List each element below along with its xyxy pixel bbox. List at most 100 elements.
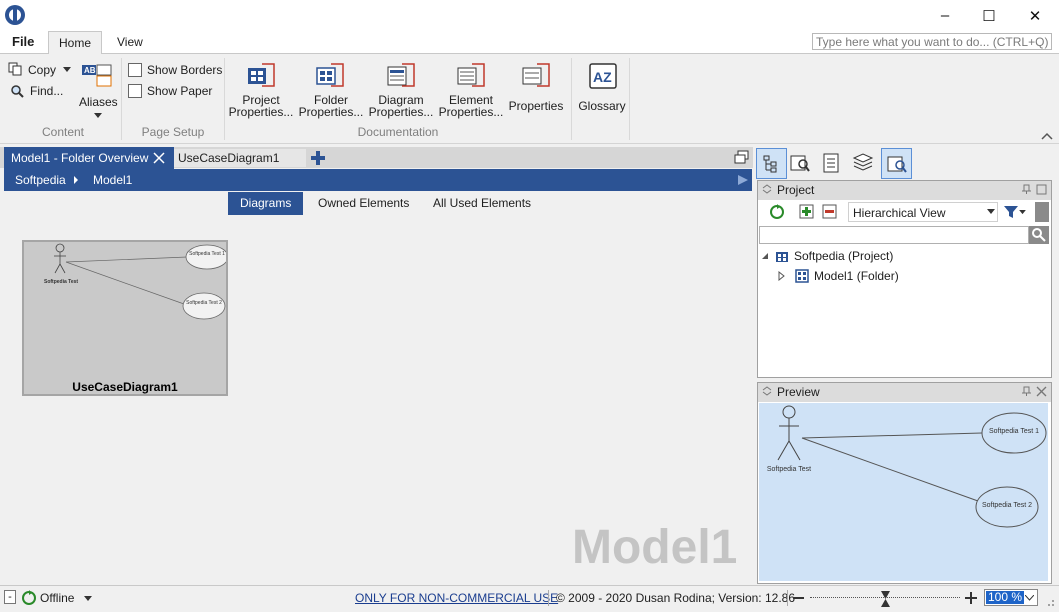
- properties-button[interactable]: Properties: [506, 100, 566, 112]
- folder-properties-icon: [316, 63, 344, 87]
- project-properties-icon: [248, 63, 275, 87]
- panel-grip-icon[interactable]: [762, 386, 772, 396]
- refresh-icon[interactable]: [769, 204, 785, 220]
- license-link[interactable]: ONLY FOR NON-COMMERCIAL USE: [355, 590, 558, 606]
- title-bar: [0, 0, 1059, 31]
- search-input[interactable]: Type here what you want to do... (CTRL+Q…: [812, 33, 1052, 50]
- window-list-icon[interactable]: [734, 150, 750, 166]
- aliases-icon: AB: [82, 64, 112, 87]
- project-search-button[interactable]: [1029, 226, 1049, 244]
- tab-file[interactable]: File: [2, 31, 44, 53]
- thumbnail-diagram: [54, 243, 226, 320]
- properties-icon: [522, 63, 550, 87]
- chevron-down-icon: [1025, 595, 1034, 601]
- project-search-input[interactable]: [759, 226, 1029, 244]
- remove-element-icon[interactable]: [822, 204, 837, 219]
- element-search-icon[interactable]: [789, 152, 811, 174]
- project-properties-line2: Properties...: [228, 105, 294, 119]
- breadcrumb-arrow-icon[interactable]: [737, 175, 749, 185]
- thumbnail-usecase1-label: Softpedia Test 1: [189, 251, 225, 257]
- app-logo-icon[interactable]: [4, 4, 26, 26]
- resize-grip-icon[interactable]: [1045, 597, 1055, 607]
- find-in-diagram-icon: [887, 156, 907, 173]
- group-label-content: Content: [41, 125, 85, 139]
- layers-icon[interactable]: [852, 152, 874, 174]
- glossary-button[interactable]: Glossary: [572, 100, 632, 112]
- breadcrumb-current[interactable]: Model1: [93, 169, 132, 191]
- tree-item-project[interactable]: Softpedia (Project): [794, 249, 893, 263]
- copy-button[interactable]: Copy: [28, 63, 56, 77]
- tab-owned-elements[interactable]: Owned Elements: [306, 192, 421, 215]
- add-element-icon[interactable]: [799, 204, 814, 219]
- zoom-out-button[interactable]: [793, 597, 804, 599]
- thumbnail-title: UseCaseDiagram1: [72, 380, 178, 394]
- minimize-button[interactable]: –: [922, 0, 968, 31]
- project-icon: [776, 252, 788, 262]
- pin-icon[interactable]: [1021, 386, 1032, 397]
- zoom-in-button[interactable]: [964, 591, 978, 605]
- collapse-status-button[interactable]: -: [4, 590, 16, 604]
- chevron-down-icon[interactable]: [1019, 210, 1026, 215]
- svg-text:AZ: AZ: [593, 69, 612, 85]
- maximize-panel-icon[interactable]: [1036, 184, 1047, 195]
- pin-icon[interactable]: [1021, 184, 1032, 195]
- divider: [629, 58, 630, 140]
- glossary-icon: AZ: [589, 63, 617, 89]
- offline-icon: [22, 590, 36, 605]
- zoom-value: 100 %: [986, 590, 1025, 604]
- project-properties-button[interactable]: Project Properties...: [226, 94, 296, 118]
- diagram-properties-line2: Properties...: [368, 105, 434, 119]
- close-button[interactable]: ✕: [1012, 0, 1058, 31]
- close-panel-icon[interactable]: [1036, 386, 1047, 397]
- tree-collapsed-icon[interactable]: [778, 271, 786, 281]
- find-in-diagram-button[interactable]: [881, 148, 912, 179]
- panel-grip-icon[interactable]: [762, 184, 772, 194]
- show-paper-checkbox[interactable]: [128, 84, 142, 98]
- zoom-slider-handle[interactable]: [880, 590, 891, 608]
- tree-view-icon: [763, 155, 777, 173]
- toolbar-overflow-button[interactable]: [1035, 202, 1049, 222]
- thumbnail-usecase2-label: Softpedia Test 2: [186, 300, 222, 306]
- filter-icon[interactable]: [1003, 204, 1019, 220]
- close-tab-icon[interactable]: [152, 151, 166, 165]
- chevron-down-icon: [987, 209, 995, 214]
- preview-usecase2-label: Softpedia Test 2: [981, 502, 1033, 509]
- tab-diagrams[interactable]: Diagrams: [228, 192, 304, 215]
- tab-use-case-diagram[interactable]: UseCaseDiagram1: [174, 149, 306, 167]
- aliases-button[interactable]: Aliases: [79, 95, 118, 109]
- collapse-ribbon-icon[interactable]: [1041, 132, 1053, 140]
- tab-view[interactable]: View: [107, 31, 153, 53]
- folder-properties-line2: Properties...: [298, 105, 364, 119]
- tree-item-folder[interactable]: Model1 (Folder): [814, 269, 899, 283]
- maximize-button[interactable]: ☐: [966, 0, 1012, 31]
- breadcrumb-root[interactable]: Softpedia: [15, 169, 66, 191]
- tab-home[interactable]: Home: [48, 31, 103, 54]
- copyright-text: © 2009 - 2020 Dusan Rodina; Version: 12.…: [556, 591, 796, 605]
- documentation-icon[interactable]: [821, 152, 843, 174]
- chevron-down-icon[interactable]: [93, 112, 103, 120]
- tab-all-used-elements[interactable]: All Used Elements: [421, 192, 543, 215]
- add-tab-icon[interactable]: [310, 150, 326, 166]
- tree-expanded-icon[interactable]: [761, 252, 769, 260]
- tab-folder-overview[interactable]: Model1 - Folder Overview: [4, 147, 174, 169]
- show-paper-label: Show Paper: [147, 84, 213, 98]
- thumbnail-actor-label: Softpedia Test: [44, 279, 79, 285]
- folder-properties-button[interactable]: Folder Properties...: [296, 94, 366, 118]
- copy-icon: [8, 62, 22, 76]
- view-mode-select[interactable]: Hierarchical View: [848, 202, 998, 222]
- preview-panel-title: Preview: [777, 385, 820, 399]
- folder-watermark: Model1: [572, 521, 738, 574]
- diagram-properties-button[interactable]: Diagram Properties...: [366, 94, 436, 118]
- find-button[interactable]: Find...: [30, 84, 63, 98]
- connection-status[interactable]: Offline: [40, 590, 74, 606]
- diagram-thumbnail[interactable]: Softpedia Test Softpedia Test 1 Softpedi…: [22, 240, 228, 396]
- show-borders-checkbox[interactable]: [128, 63, 142, 77]
- group-label-page-setup: Page Setup: [141, 125, 205, 139]
- project-view-button[interactable]: [756, 148, 787, 179]
- chevron-down-icon[interactable]: [62, 66, 72, 74]
- diagram-properties-icon: [387, 63, 415, 87]
- find-icon: [11, 85, 24, 98]
- chevron-down-icon[interactable]: [84, 596, 92, 602]
- element-properties-button[interactable]: Element Properties...: [436, 94, 506, 118]
- show-borders-label: Show Borders: [147, 63, 223, 77]
